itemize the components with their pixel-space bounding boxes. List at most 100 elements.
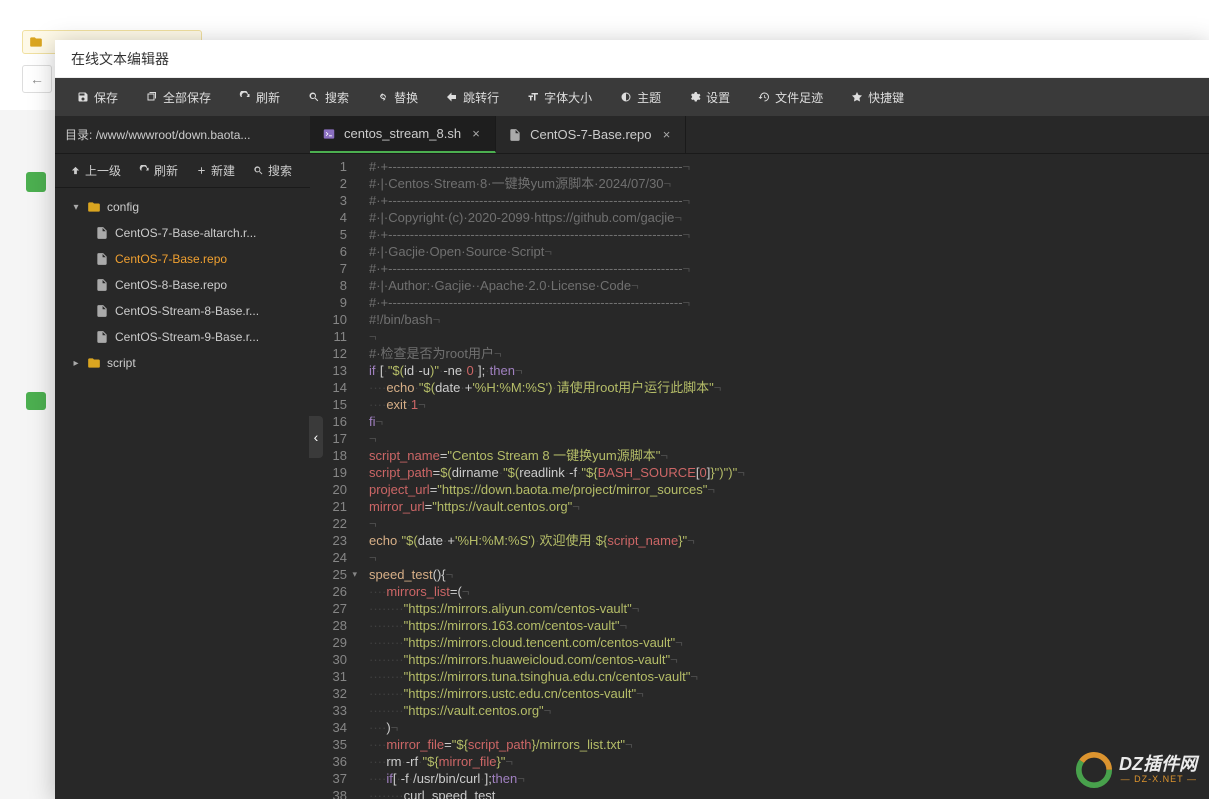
background-sidebar-icon (26, 128, 46, 148)
tree-file[interactable]: CentOS-7-Base-altarch.r... (55, 220, 310, 246)
tree-btn-label: 搜索 (268, 162, 292, 179)
editor-tab[interactable]: centos_stream_8.sh × (310, 116, 496, 153)
tab-label: centos_stream_8.sh (344, 126, 461, 141)
editor-main: 目录: /www/wwwroot/down.baota... 上一级 刷新 新建 搜索… (55, 116, 1209, 799)
code-area[interactable]: 1234567891011121314151617181920212223242… (310, 154, 1209, 799)
toolbar-label: 文件足迹 (775, 89, 823, 106)
toolbar-shortcut-button[interactable]: 快捷键 (839, 85, 916, 110)
editor-modal: 在线文本编辑器 保存全部保存刷新搜索替换跳转行字体大小主题设置文件足迹快捷键 目… (55, 40, 1209, 799)
tree-up-button[interactable]: 上一级 (61, 159, 130, 182)
toolbar-save-button[interactable]: 保存 (65, 85, 130, 110)
editor-tabs: centos_stream_8.sh × > CentOS-7-Base.repo × (310, 116, 1209, 154)
toolbar-label: 设置 (706, 89, 730, 106)
search-icon (308, 91, 320, 103)
shortcut-icon (851, 91, 863, 103)
tree-file[interactable]: CentOS-Stream-8-Base.r... (55, 298, 310, 324)
toolbar-label: 跳转行 (463, 89, 499, 106)
file-icon (95, 226, 109, 240)
folder-icon (87, 356, 101, 370)
up-icon (70, 165, 81, 176)
tab-label: CentOS-7-Base.repo (530, 127, 651, 142)
tree-folder[interactable]: ▾config (55, 194, 310, 220)
toolbar-label: 字体大小 (544, 89, 592, 106)
toolbar-label: 保存 (94, 89, 118, 106)
tree-btn-label: 上一级 (85, 162, 121, 179)
background-sidebar-icon (26, 348, 46, 368)
collapse-sidebar-handle[interactable]: ‹ (309, 416, 323, 458)
tree-file[interactable]: CentOS-Stream-9-Base.r... (55, 324, 310, 350)
toolbar-label: 替换 (394, 89, 418, 106)
tree-item-label: script (107, 356, 136, 370)
refresh-icon (239, 91, 251, 103)
goto-icon (446, 91, 458, 103)
refresh-icon (139, 165, 150, 176)
toolbar-label: 主题 (637, 89, 661, 106)
save-icon (77, 91, 89, 103)
background-sidebar-icon (26, 260, 46, 280)
file-tree-sidebar: 目录: /www/wwwroot/down.baota... 上一级 刷新 新建 搜索… (55, 116, 310, 799)
tree-item-label: config (107, 200, 139, 214)
line-gutter: 1234567891011121314151617181920212223242… (310, 154, 355, 799)
tree-btn-label: 新建 (211, 162, 235, 179)
file-tree: ▾configCentOS-7-Base-altarch.r... CentOS-… (55, 188, 310, 799)
toolbar-label: 快捷键 (868, 89, 904, 106)
tree-new-button[interactable]: 新建 (187, 159, 244, 182)
file-icon (95, 304, 109, 318)
tree-item-label: CentOS-7-Base.repo (115, 252, 227, 266)
replace-icon (377, 91, 389, 103)
toolbar-goto-button[interactable]: 跳转行 (434, 85, 511, 110)
font-icon (527, 91, 539, 103)
toolbar-label: 刷新 (256, 89, 280, 106)
toolbar-label: 搜索 (325, 89, 349, 106)
tree-file[interactable]: CentOS-8-Base.repo (55, 272, 310, 298)
toolbar-settings-button[interactable]: 设置 (677, 85, 742, 110)
code-content[interactable]: #·+-------------------------------------… (355, 154, 1209, 799)
close-icon[interactable]: × (659, 128, 673, 142)
toolbar-replace-button[interactable]: 替换 (365, 85, 430, 110)
history-icon (758, 91, 770, 103)
tree-btn-label: 刷新 (154, 162, 178, 179)
terminal-icon (322, 127, 336, 141)
path-row: 目录: /www/wwwroot/down.baota... (55, 116, 310, 154)
background-sidebar-icon (26, 172, 46, 192)
editor-tab[interactable]: > CentOS-7-Base.repo × (496, 116, 686, 153)
background-sidebar-icon (26, 216, 46, 236)
toolbar-label: 全部保存 (163, 89, 211, 106)
tree-item-label: CentOS-Stream-8-Base.r... (115, 304, 259, 318)
theme-icon (620, 91, 632, 103)
file-icon (95, 252, 109, 266)
background-sidebar (18, 110, 54, 454)
folder-icon (87, 200, 101, 214)
path-text: /www/wwwroot/down.baota... (96, 128, 300, 142)
tree-toolbar: 上一级 刷新 新建 搜索 (55, 154, 310, 188)
toolbar-theme-button[interactable]: 主题 (608, 85, 673, 110)
path-label: 目录: (65, 126, 92, 143)
background-sidebar-icon (26, 304, 46, 324)
file-icon: > (508, 128, 522, 142)
modal-title: 在线文本编辑器 (55, 40, 1209, 78)
saveall-icon (146, 91, 158, 103)
tree-item-label: CentOS-8-Base.repo (115, 278, 227, 292)
expand-icon: ▸ (71, 358, 81, 369)
search-icon (253, 165, 264, 176)
new-icon (196, 165, 207, 176)
toolbar-saveall-button[interactable]: 全部保存 (134, 85, 223, 110)
background-sidebar-icon (26, 392, 46, 410)
tree-file[interactable]: CentOS-7-Base.repo (55, 246, 310, 272)
settings-icon (689, 91, 701, 103)
toolbar-font-button[interactable]: 字体大小 (515, 85, 604, 110)
tree-search-button[interactable]: 搜索 (244, 159, 301, 182)
toolbar-history-button[interactable]: 文件足迹 (746, 85, 835, 110)
tree-item-label: CentOS-Stream-9-Base.r... (115, 330, 259, 344)
tree-folder[interactable]: ▸ script (55, 350, 310, 376)
editor-toolbar: 保存 全部保存 刷新 搜索 替换 跳转行 字体大小 主题 设置 文件足迹 快捷键 (55, 78, 1209, 116)
file-icon (95, 330, 109, 344)
background-back-button: ← (22, 65, 52, 93)
toolbar-refresh-button[interactable]: 刷新 (227, 85, 292, 110)
close-icon[interactable]: × (469, 127, 483, 141)
background-sidebar-icon (26, 434, 46, 454)
editor-panel: ‹ centos_stream_8.sh × > CentOS-7-Base.repo… (310, 116, 1209, 799)
tree-refresh-button[interactable]: 刷新 (130, 159, 187, 182)
toolbar-search-button[interactable]: 搜索 (296, 85, 361, 110)
file-icon (95, 278, 109, 292)
